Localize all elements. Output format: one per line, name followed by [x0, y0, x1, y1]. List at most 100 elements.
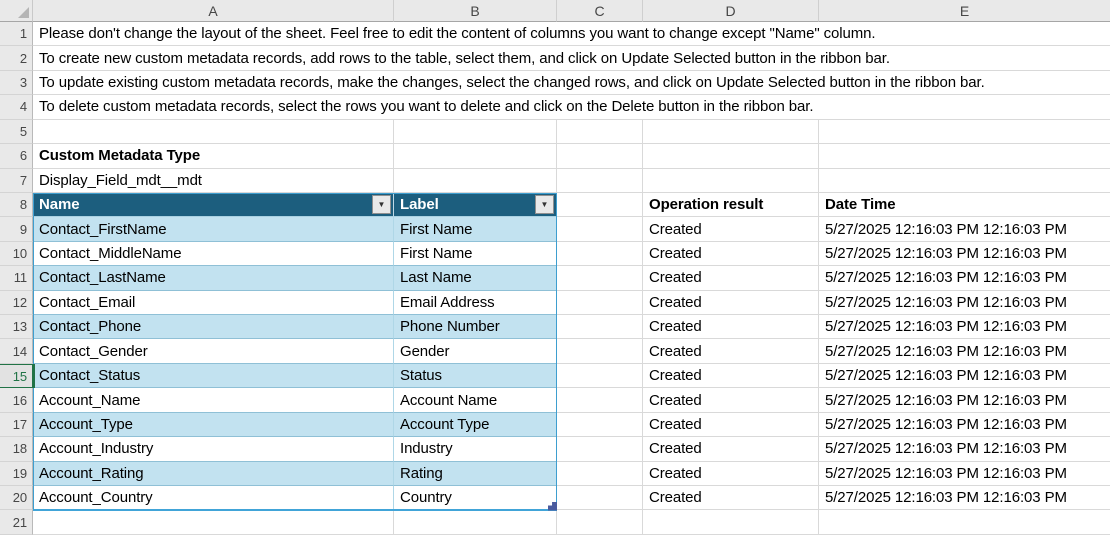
cell-d13-result[interactable]: Created [643, 315, 819, 339]
cell-e21[interactable] [819, 510, 1110, 534]
cell-e18-datetime[interactable]: 5/27/2025 12:16:03 PM 12:16:03 PM [819, 437, 1110, 461]
cell-c18[interactable] [557, 437, 643, 461]
label-filter-dropdown-button[interactable]: ▼ [535, 195, 554, 214]
cell-b20-label[interactable]: Country [394, 486, 557, 510]
cell-d6[interactable] [643, 144, 819, 168]
date-time-header[interactable]: Date Time [819, 193, 1110, 217]
cell-b17-label[interactable]: Account Type [394, 413, 557, 437]
table-header-name[interactable]: Name ▼ [33, 193, 394, 217]
cell-a1-instruction[interactable]: Please don't change the layout of the sh… [33, 22, 1110, 46]
cell-d5[interactable] [643, 120, 819, 144]
cell-a10-name[interactable]: Contact_MiddleName [33, 242, 394, 266]
cell-d18-result[interactable]: Created [643, 437, 819, 461]
cell-a7-type-name[interactable]: Display_Field_mdt__mdt [33, 169, 394, 193]
row-header-13[interactable]: 13 [0, 315, 33, 339]
cell-a4-instruction[interactable]: To delete custom metadata records, selec… [33, 95, 1110, 119]
cell-b19-label[interactable]: Rating [394, 462, 557, 486]
column-header-b[interactable]: B [394, 0, 557, 22]
cell-a13-name[interactable]: Contact_Phone [33, 315, 394, 339]
cell-d9-result[interactable]: Created [643, 217, 819, 241]
cell-e13-datetime[interactable]: 5/27/2025 12:16:03 PM 12:16:03 PM [819, 315, 1110, 339]
cell-d7[interactable] [643, 169, 819, 193]
row-header-19[interactable]: 19 [0, 462, 33, 486]
cell-e9-datetime[interactable]: 5/27/2025 12:16:03 PM 12:16:03 PM [819, 217, 1110, 241]
cell-a9-name[interactable]: Contact_FirstName [33, 217, 394, 241]
cell-a21[interactable] [33, 510, 394, 534]
cell-b9-label[interactable]: First Name [394, 217, 557, 241]
cell-a2-instruction[interactable]: To create new custom metadata records, a… [33, 46, 1110, 70]
cell-a17-name[interactable]: Account_Type [33, 413, 394, 437]
cell-a19-name[interactable]: Account_Rating [33, 462, 394, 486]
cell-c16[interactable] [557, 388, 643, 412]
cell-c14[interactable] [557, 339, 643, 363]
cell-a14-name[interactable]: Contact_Gender [33, 339, 394, 363]
cell-a12-name[interactable]: Contact_Email [33, 291, 394, 315]
cell-d12-result[interactable]: Created [643, 291, 819, 315]
row-header-1[interactable]: 1 [0, 22, 33, 46]
cell-b21[interactable] [394, 510, 557, 534]
cell-c9[interactable] [557, 217, 643, 241]
cell-d11-result[interactable]: Created [643, 266, 819, 290]
cell-c15[interactable] [557, 364, 643, 388]
cell-d20-result[interactable]: Created [643, 486, 819, 510]
row-header-10[interactable]: 10 [0, 242, 33, 266]
row-header-3[interactable]: 3 [0, 71, 33, 95]
cell-e11-datetime[interactable]: 5/27/2025 12:16:03 PM 12:16:03 PM [819, 266, 1110, 290]
cell-c8[interactable] [557, 193, 643, 217]
cell-c19[interactable] [557, 462, 643, 486]
operation-result-header[interactable]: Operation result [643, 193, 819, 217]
cell-c20[interactable] [557, 486, 643, 510]
cell-b10-label[interactable]: First Name [394, 242, 557, 266]
cell-c11[interactable] [557, 266, 643, 290]
cell-e6[interactable] [819, 144, 1110, 168]
cell-a20-name[interactable]: Account_Country [33, 486, 394, 510]
cell-c12[interactable] [557, 291, 643, 315]
cell-c21[interactable] [557, 510, 643, 534]
cell-b14-label[interactable]: Gender [394, 339, 557, 363]
cell-b7[interactable] [394, 169, 557, 193]
cell-c10[interactable] [557, 242, 643, 266]
cell-e12-datetime[interactable]: 5/27/2025 12:16:03 PM 12:16:03 PM [819, 291, 1110, 315]
cell-a5[interactable] [33, 120, 394, 144]
column-header-e[interactable]: E [819, 0, 1110, 22]
cell-b5[interactable] [394, 120, 557, 144]
cell-c5[interactable] [557, 120, 643, 144]
cell-b11-label[interactable]: Last Name [394, 266, 557, 290]
cell-e15-datetime[interactable]: 5/27/2025 12:16:03 PM 12:16:03 PM [819, 364, 1110, 388]
table-header-label[interactable]: Label ▼ [394, 193, 557, 217]
row-header-20[interactable]: 20 [0, 486, 33, 510]
select-all-button[interactable] [0, 0, 33, 22]
row-header-16[interactable]: 16 [0, 388, 33, 412]
cell-a18-name[interactable]: Account_Industry [33, 437, 394, 461]
cell-b13-label[interactable]: Phone Number [394, 315, 557, 339]
row-header-17[interactable]: 17 [0, 413, 33, 437]
cell-d14-result[interactable]: Created [643, 339, 819, 363]
cell-c7[interactable] [557, 169, 643, 193]
row-header-6[interactable]: 6 [0, 144, 33, 168]
cell-e20-datetime[interactable]: 5/27/2025 12:16:03 PM 12:16:03 PM [819, 486, 1110, 510]
cell-a11-name[interactable]: Contact_LastName [33, 266, 394, 290]
cell-d10-result[interactable]: Created [643, 242, 819, 266]
cell-a3-instruction[interactable]: To update existing custom metadata recor… [33, 71, 1110, 95]
row-header-7[interactable]: 7 [0, 169, 33, 193]
row-header-8[interactable]: 8 [0, 193, 33, 217]
cell-d19-result[interactable]: Created [643, 462, 819, 486]
row-header-9[interactable]: 9 [0, 217, 33, 241]
cell-c13[interactable] [557, 315, 643, 339]
cell-e14-datetime[interactable]: 5/27/2025 12:16:03 PM 12:16:03 PM [819, 339, 1110, 363]
cell-e17-datetime[interactable]: 5/27/2025 12:16:03 PM 12:16:03 PM [819, 413, 1110, 437]
cell-d16-result[interactable]: Created [643, 388, 819, 412]
cell-d17-result[interactable]: Created [643, 413, 819, 437]
cell-b15-label[interactable]: Status [394, 364, 557, 388]
column-header-c[interactable]: C [557, 0, 643, 22]
row-header-4[interactable]: 4 [0, 95, 33, 119]
row-header-18[interactable]: 18 [0, 437, 33, 461]
cell-c6[interactable] [557, 144, 643, 168]
row-header-21[interactable]: 21 [0, 510, 33, 534]
cell-a16-name[interactable]: Account_Name [33, 388, 394, 412]
cell-d21[interactable] [643, 510, 819, 534]
row-header-2[interactable]: 2 [0, 46, 33, 70]
row-header-14[interactable]: 14 [0, 339, 33, 363]
cell-e19-datetime[interactable]: 5/27/2025 12:16:03 PM 12:16:03 PM [819, 462, 1110, 486]
name-filter-dropdown-button[interactable]: ▼ [372, 195, 391, 214]
